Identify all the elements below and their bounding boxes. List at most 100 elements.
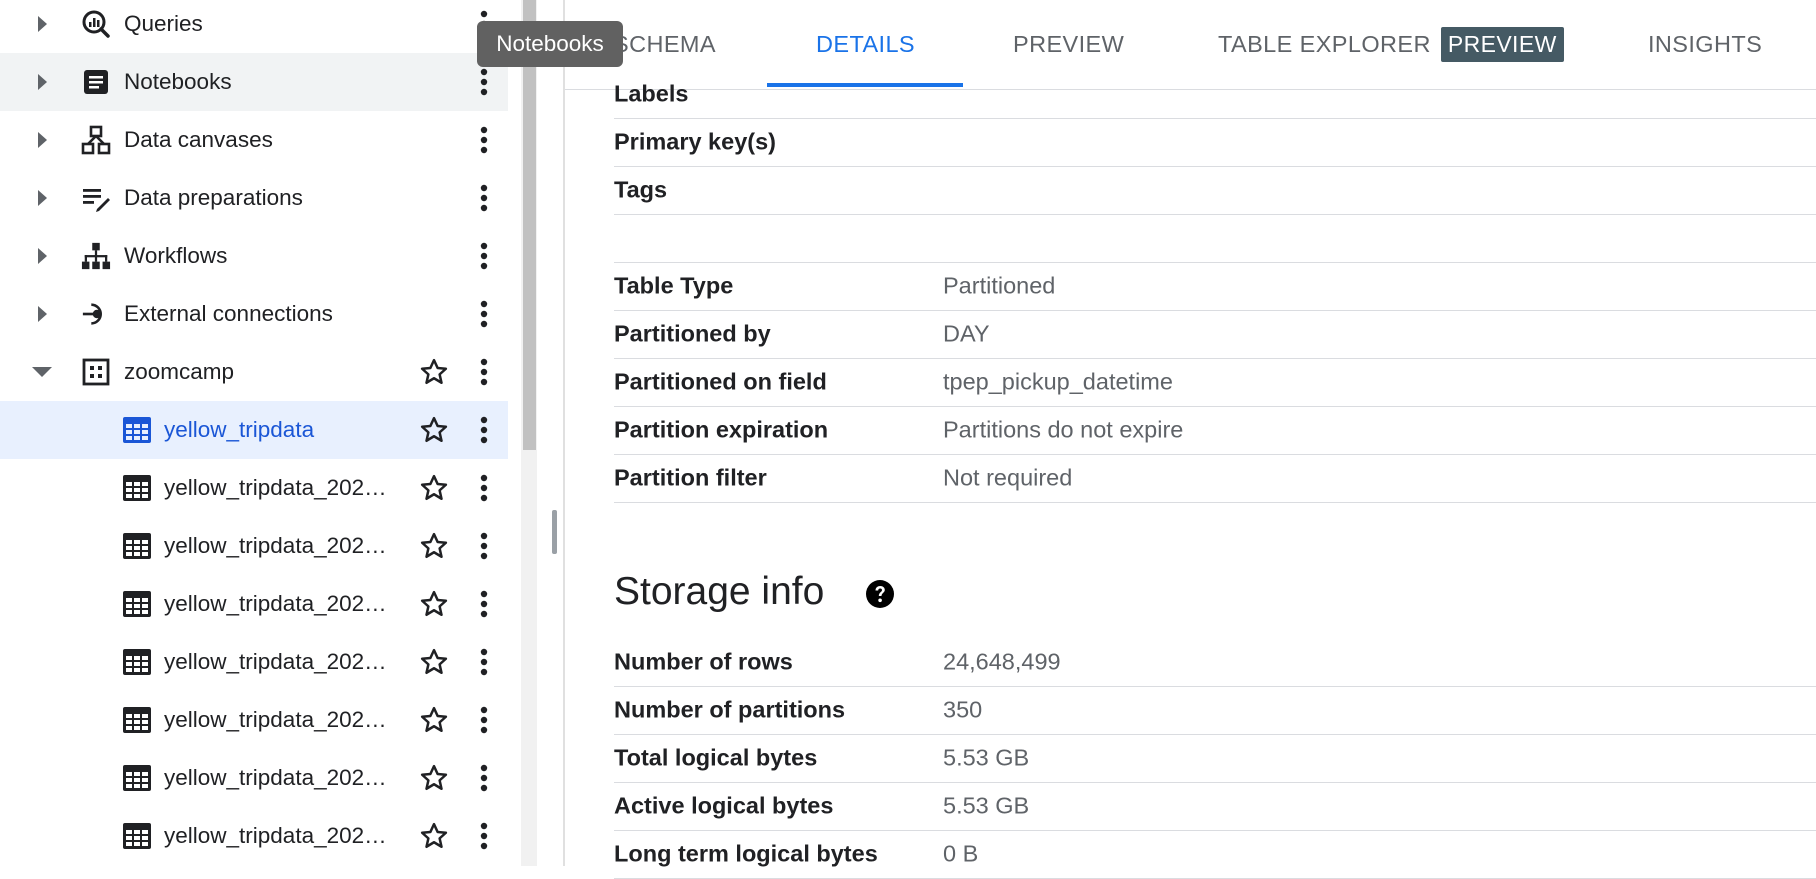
explorer-table-item[interactable]: yellow_tripdata_202… — [0, 633, 508, 691]
table-label: yellow_tripdata_202… — [164, 533, 387, 558]
storage-value: 5.53 GB — [943, 792, 1030, 819]
explorer-item-zoomcamp[interactable]: zoomcamp — [0, 343, 508, 401]
explorer-table-item[interactable]: yellow_tripdata_202… — [0, 749, 508, 807]
storage-value: 24,648,499 — [943, 648, 1061, 675]
detail-label: Partitioned on field — [614, 368, 827, 395]
detail-label: Partitioned by — [614, 320, 771, 347]
table-icon — [122, 763, 152, 793]
data-preparation-icon — [81, 183, 111, 213]
storage-row-active-logical-bytes: Active logical bytes 5.53 GB — [614, 782, 1816, 831]
storage-value: 0 B — [943, 840, 979, 867]
explorer-item-label: Data canvases — [124, 127, 273, 152]
data-canvas-icon — [81, 125, 111, 155]
storage-label: Total logical bytes — [614, 744, 818, 771]
explorer-table-yellow-tripdata[interactable]: yellow_tripdata — [0, 401, 508, 459]
detail-value: Partitions do not expire — [943, 416, 1184, 443]
table-icon — [122, 473, 152, 503]
detail-row-partition-filter: Partition filter Not required — [614, 454, 1816, 503]
detail-row-partition-expiration: Partition expiration Partitions do not e… — [614, 406, 1816, 455]
detail-label: Partition expiration — [614, 416, 829, 443]
storage-value: 350 — [943, 696, 983, 723]
explorer-item-external-connections[interactable]: External connections — [0, 285, 508, 343]
more-options-icon[interactable] — [470, 761, 498, 795]
more-options-icon[interactable] — [470, 181, 498, 215]
collapse-arrow-icon[interactable] — [30, 360, 54, 384]
star-icon[interactable] — [419, 821, 449, 851]
star-icon[interactable] — [419, 531, 449, 561]
explorer-table-item[interactable]: yellow_tripdata_202… — [0, 459, 508, 517]
detail-value: Not required — [943, 464, 1073, 491]
storage-row-total-logical-bytes: Total logical bytes 5.53 GB — [614, 734, 1816, 783]
expand-arrow-icon[interactable] — [30, 302, 54, 326]
dataset-icon — [81, 357, 111, 387]
storage-row-number-of-rows: Number of rows 24,648,499 — [614, 638, 1816, 687]
table-label: yellow_tripdata_202… — [164, 591, 387, 616]
star-icon[interactable] — [419, 763, 449, 793]
explorer-table-item[interactable]: yellow_tripdata_202… — [0, 517, 508, 575]
expand-arrow-icon[interactable] — [30, 244, 54, 268]
panel-divider — [563, 0, 565, 866]
storage-info-heading: Storage info — [614, 570, 825, 613]
more-options-icon[interactable] — [470, 645, 498, 679]
preview-badge: PREVIEW — [1440, 27, 1564, 62]
detail-value: tpep_pickup_datetime — [943, 368, 1173, 395]
table-icon — [122, 647, 152, 677]
detail-label: Table Type — [614, 272, 734, 299]
panel-resize-handle[interactable] — [552, 510, 557, 554]
star-icon[interactable] — [419, 647, 449, 677]
explorer-item-label: Data preparations — [124, 185, 303, 210]
expand-arrow-icon[interactable] — [30, 12, 54, 36]
help-icon[interactable] — [865, 579, 895, 609]
table-label: yellow_tripdata_202… — [164, 823, 387, 848]
detail-row-labels: Labels — [614, 70, 1816, 119]
explorer-item-label: External connections — [124, 301, 333, 326]
explorer-item-data-preparations[interactable]: Data preparations — [0, 169, 508, 227]
table-label: yellow_tripdata_202… — [164, 649, 387, 674]
explorer-scrollbar-thumb[interactable] — [523, 0, 536, 450]
explorer-item-queries[interactable]: Queries — [0, 0, 508, 53]
star-icon[interactable] — [419, 415, 449, 445]
more-options-icon[interactable] — [470, 703, 498, 737]
more-options-icon[interactable] — [470, 819, 498, 853]
explorer-item-notebooks[interactable]: Notebooks — [0, 53, 508, 111]
explorer-item-data-canvases[interactable]: Data canvases — [0, 111, 508, 169]
table-label: yellow_tripdata — [164, 417, 315, 442]
more-options-icon[interactable] — [470, 529, 498, 563]
explorer-table-item[interactable]: yellow_tripdata_202… — [0, 691, 508, 749]
more-options-icon[interactable] — [470, 587, 498, 621]
more-options-icon[interactable] — [470, 413, 498, 447]
table-label: yellow_tripdata_202… — [164, 765, 387, 790]
detail-row-primary-keys: Primary key(s) — [614, 118, 1816, 167]
detail-label: Partition filter — [614, 464, 767, 491]
star-icon[interactable] — [419, 705, 449, 735]
explorer-item-label: Notebooks — [124, 69, 232, 94]
more-options-icon[interactable] — [470, 297, 498, 331]
more-options-icon[interactable] — [470, 355, 498, 389]
detail-label: Primary key(s) — [614, 128, 776, 155]
tooltip: Notebooks — [477, 21, 623, 67]
expand-arrow-icon[interactable] — [30, 128, 54, 152]
detail-row-partitioned-on-field: Partitioned on field tpep_pickup_datetim… — [614, 358, 1816, 407]
explorer-item-label: Workflows — [124, 243, 228, 268]
table-icon — [122, 705, 152, 735]
star-icon[interactable] — [419, 473, 449, 503]
more-options-icon[interactable] — [470, 123, 498, 157]
explorer-item-workflows[interactable]: Workflows — [0, 227, 508, 285]
detail-row-partitioned-by: Partitioned by DAY — [614, 310, 1816, 359]
detail-row-spacer — [614, 214, 1816, 263]
explorer-table-item[interactable]: yellow_tripdata_202… — [0, 807, 508, 865]
star-icon[interactable] — [419, 589, 449, 619]
explorer-item-label: zoomcamp — [124, 359, 235, 384]
tab-label: TABLE EXPLORER — [1218, 31, 1431, 57]
explorer-table-item[interactable]: yellow_tripdata_202… — [0, 575, 508, 633]
detail-label: Tags — [614, 176, 668, 203]
more-options-icon[interactable] — [470, 471, 498, 505]
table-icon — [122, 589, 152, 619]
workflow-icon — [81, 241, 111, 271]
queries-icon — [81, 9, 111, 39]
more-options-icon[interactable] — [470, 65, 498, 99]
more-options-icon[interactable] — [470, 239, 498, 273]
star-icon[interactable] — [419, 357, 449, 387]
expand-arrow-icon[interactable] — [30, 186, 54, 210]
expand-arrow-icon[interactable] — [30, 70, 54, 94]
